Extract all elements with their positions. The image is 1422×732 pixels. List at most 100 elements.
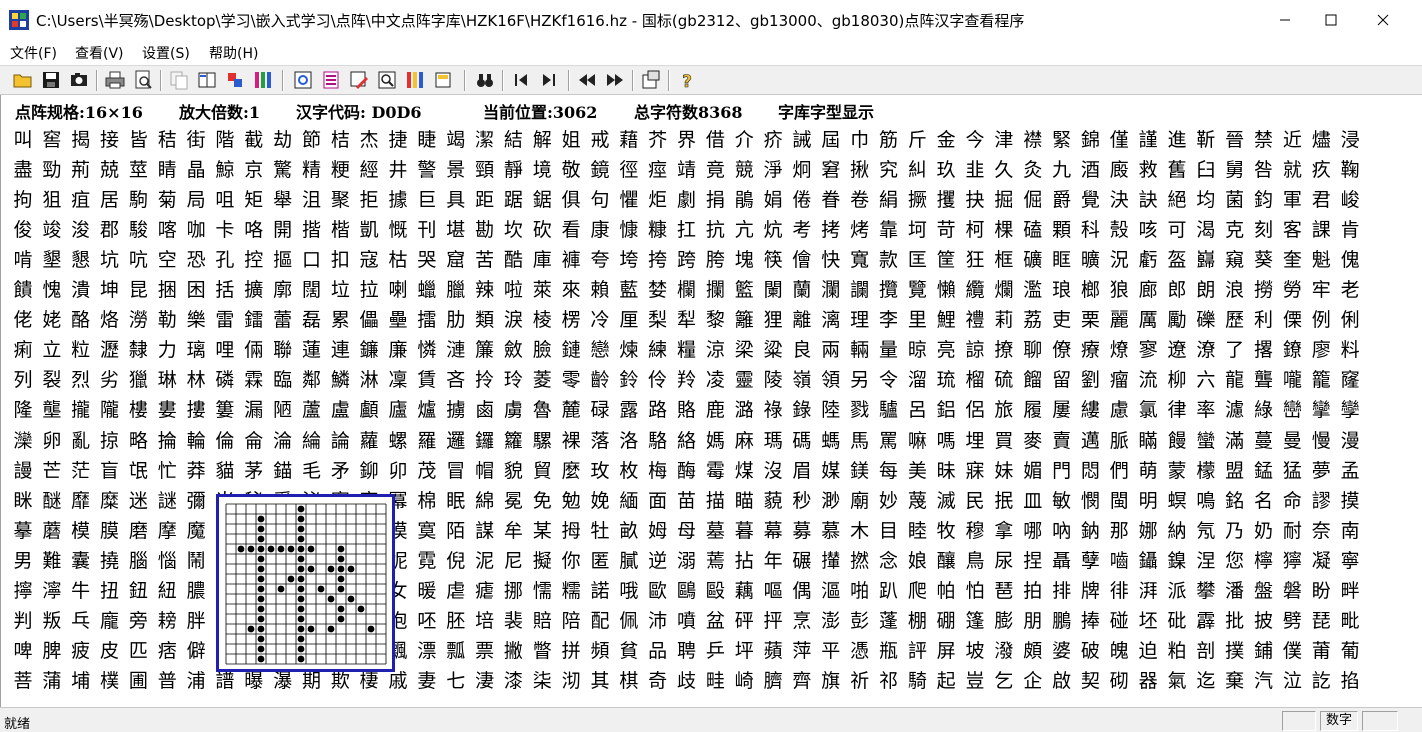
grid-char[interactable]: 螺 — [384, 426, 412, 456]
grid-char[interactable]: 惱 — [153, 546, 181, 576]
grid-char[interactable]: 簍 — [211, 395, 239, 425]
grid-char[interactable]: 盲 — [96, 456, 124, 486]
grid-char[interactable]: 盟 — [1221, 456, 1249, 486]
grid-char[interactable]: 咖 — [182, 215, 210, 245]
grid-char[interactable]: 六 — [1192, 365, 1220, 395]
menu-file[interactable]: 文件(F) — [10, 43, 57, 63]
grid-char[interactable]: 迫 — [1134, 636, 1162, 666]
grid-char[interactable]: 葡 — [1336, 636, 1364, 666]
grid-char[interactable]: 樓 — [124, 395, 152, 425]
grid-char[interactable]: 毛 — [298, 456, 326, 486]
grid-char[interactable]: 盼 — [1307, 576, 1335, 606]
grid-char[interactable]: 麥 — [1019, 426, 1047, 456]
grid-char[interactable]: 濫 — [1019, 275, 1047, 305]
grid-char[interactable]: 寐 — [961, 456, 989, 486]
grid-char[interactable]: 爐 — [413, 395, 441, 425]
grid-char[interactable]: 砍 — [528, 215, 556, 245]
grid-char[interactable]: 瓶 — [875, 636, 903, 666]
grid-char[interactable]: 器 — [1134, 666, 1162, 696]
grid-char[interactable]: 伶 — [644, 365, 672, 395]
grid-char[interactable]: 浸 — [1336, 125, 1364, 155]
grid-char[interactable]: 眉 — [788, 456, 816, 486]
grid-char[interactable]: 嘛 — [903, 426, 931, 456]
grid-char[interactable]: 井 — [384, 155, 412, 185]
grid-char[interactable]: 婁 — [153, 395, 181, 425]
grid-char[interactable]: 臘 — [442, 275, 470, 305]
grid-char[interactable]: 廊 — [1134, 275, 1162, 305]
grid-char[interactable]: 秸 — [153, 125, 181, 155]
grid-char[interactable]: 矛 — [326, 456, 354, 486]
grid-char[interactable]: 瘤 — [1105, 365, 1133, 395]
grid-char[interactable]: 粒 — [67, 335, 95, 365]
grid-char[interactable]: 晾 — [903, 335, 931, 365]
grid-char[interactable]: 貌 — [499, 456, 527, 486]
grid-char[interactable]: 疲 — [67, 636, 95, 666]
grid-char[interactable]: 跨 — [673, 245, 701, 275]
grid-char[interactable]: 賴 — [586, 275, 614, 305]
grid-char[interactable]: 穆 — [961, 516, 989, 546]
grid-char[interactable]: 騾 — [528, 426, 556, 456]
grid-char[interactable]: 緊 — [1048, 125, 1076, 155]
grid-char[interactable]: 孟 — [1336, 456, 1364, 486]
grid-char[interactable]: 眷 — [817, 185, 845, 215]
grid-char[interactable]: 礦 — [1019, 245, 1047, 275]
grid-char[interactable]: 琅 — [1048, 275, 1076, 305]
grid-char[interactable]: 喇 — [384, 275, 412, 305]
grid-char[interactable]: 撇 — [499, 636, 527, 666]
grid-char[interactable]: 棄 — [1221, 666, 1249, 696]
grid-char[interactable]: 距 — [471, 185, 499, 215]
grid-char[interactable]: 決 — [1105, 185, 1133, 215]
grid-char[interactable]: 徘 — [1105, 576, 1133, 606]
grid-char[interactable]: 抗 — [701, 215, 729, 245]
grid-char[interactable]: 廉 — [384, 335, 412, 365]
grid-char[interactable]: 瘧 — [471, 576, 499, 606]
grid-char[interactable]: 掘 — [990, 185, 1018, 215]
grid-char[interactable]: 磕 — [1019, 215, 1047, 245]
grid-char[interactable]: 蠟 — [413, 275, 441, 305]
grid-char[interactable]: 明 — [1134, 486, 1162, 516]
grid-char[interactable]: 們 — [1105, 456, 1133, 486]
paint-icon[interactable] — [224, 69, 246, 91]
grid-char[interactable]: 攫 — [932, 185, 960, 215]
grid-char[interactable]: 墓 — [701, 516, 729, 546]
grid-char[interactable]: 炬 — [644, 185, 672, 215]
grid-char[interactable]: 倫 — [211, 426, 239, 456]
grid-char[interactable]: 筷 — [759, 245, 787, 275]
grid-char[interactable]: 湃 — [1134, 576, 1162, 606]
grid-char[interactable]: 借 — [701, 125, 729, 155]
grid-char[interactable]: 慕 — [817, 516, 845, 546]
grid-char[interactable]: 謀 — [471, 516, 499, 546]
grid-char[interactable]: 君 — [1307, 185, 1335, 215]
grid-char[interactable]: 菱 — [528, 365, 556, 395]
grid-char[interactable]: 鏡 — [586, 155, 614, 185]
grid-char[interactable]: 霹 — [1192, 606, 1220, 636]
grid-char[interactable]: 卡 — [211, 215, 239, 245]
grid-char[interactable]: 捐 — [701, 185, 729, 215]
grid-char[interactable]: 就 — [1278, 155, 1306, 185]
grid-char[interactable]: 噴 — [673, 606, 701, 636]
grid-char[interactable]: 今 — [961, 125, 989, 155]
grid-char[interactable]: 籠 — [1307, 365, 1335, 395]
grid-char[interactable]: 梅 — [644, 456, 672, 486]
grid-char[interactable]: 菩 — [9, 666, 37, 696]
grid-char[interactable]: 帽 — [471, 456, 499, 486]
grid-char[interactable]: 景 — [442, 155, 470, 185]
grid-char[interactable]: 隆 — [9, 395, 37, 425]
grid-char[interactable]: 奶 — [1250, 516, 1278, 546]
grid-char[interactable]: 您 — [1221, 546, 1249, 576]
edit-icon[interactable] — [348, 69, 370, 91]
grid-char[interactable]: 朋 — [1019, 606, 1047, 636]
grid-char[interactable]: 渺 — [817, 486, 845, 516]
grid-char[interactable]: 幕 — [759, 516, 787, 546]
grid-char[interactable]: 撓 — [96, 546, 124, 576]
grid-char[interactable]: 瓢 — [442, 636, 470, 666]
grid-char[interactable]: 旅 — [990, 395, 1018, 425]
grid-char[interactable]: 漂 — [413, 636, 441, 666]
grid-char[interactable]: 莆 — [1307, 636, 1335, 666]
grid-char[interactable]: 賣 — [1048, 426, 1076, 456]
grid-char[interactable]: 帕 — [932, 576, 960, 606]
grid-char[interactable]: 救 — [1134, 155, 1162, 185]
grid-char[interactable]: 綿 — [471, 486, 499, 516]
grid-char[interactable]: 藐 — [759, 486, 787, 516]
grid-char[interactable]: 垃 — [326, 275, 354, 305]
